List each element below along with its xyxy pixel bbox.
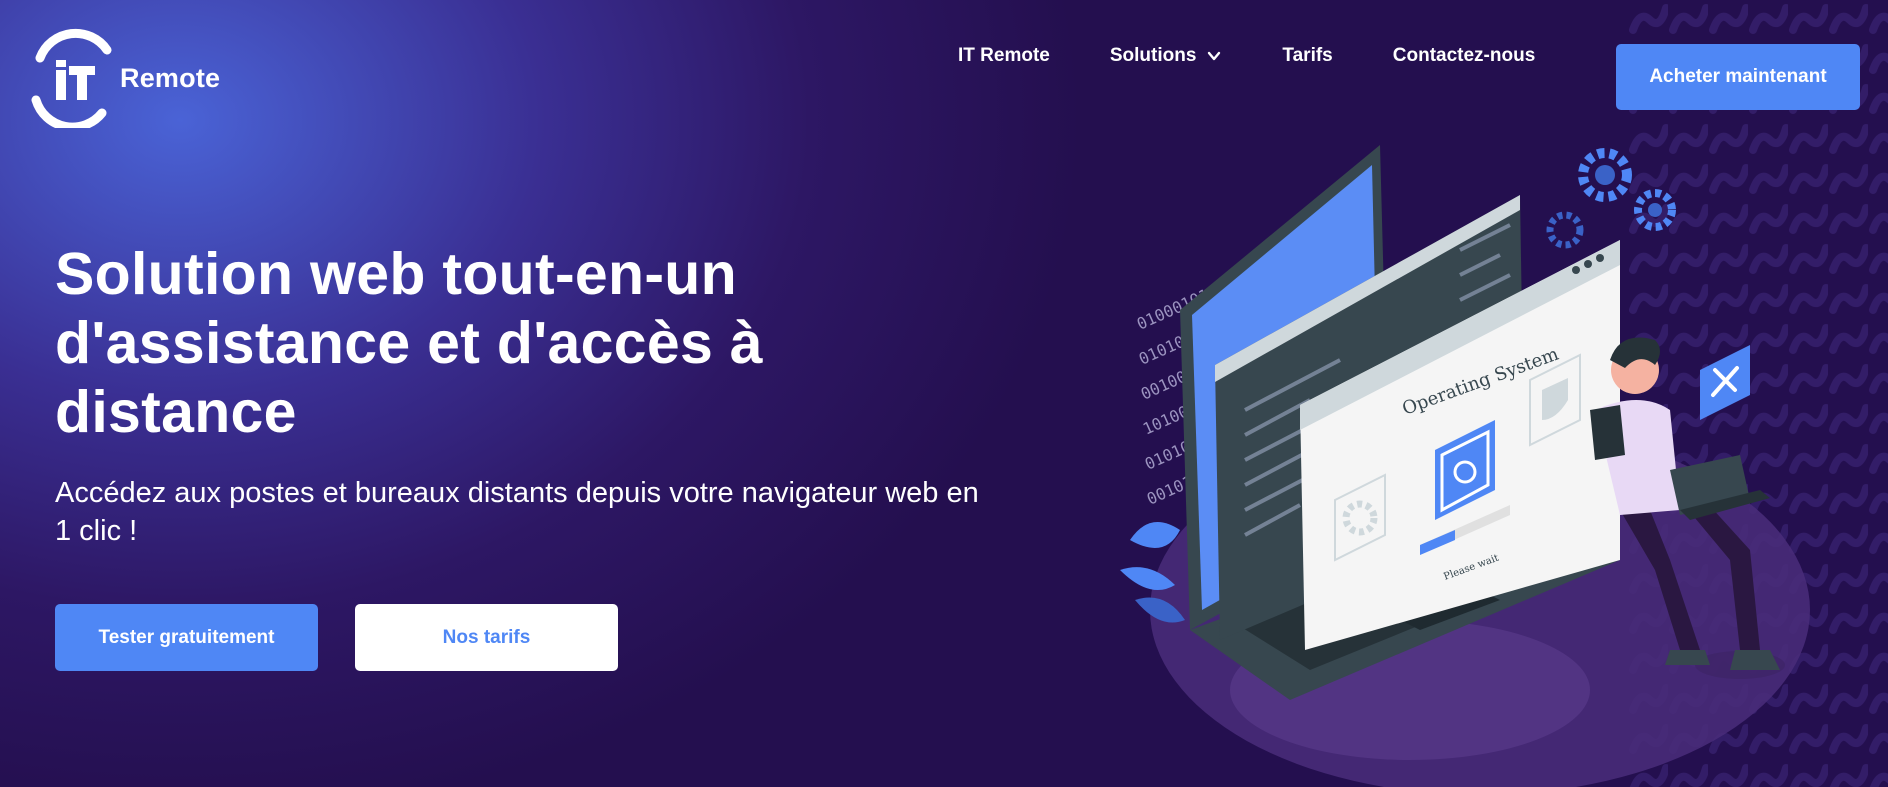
hero-title: Solution web tout-en-un d'assistance et …	[55, 241, 763, 445]
gears-icon	[1546, 148, 1676, 249]
nav-item-solutions-label: Solutions	[1109, 45, 1197, 66]
main-nav: IT Remote Solutions Tarifs Contactez-nou…	[958, 45, 1535, 67]
nav-item-tarifs[interactable]: Tarifs	[1282, 45, 1332, 67]
pricing-button[interactable]: Nos tarifs	[355, 604, 618, 671]
chevron-down-icon	[1208, 51, 1221, 61]
nav-item-contact[interactable]: Contactez-nous	[1393, 45, 1536, 67]
free-trial-button[interactable]: Tester gratuitement	[55, 604, 318, 671]
nav-item-it-remote[interactable]: IT Remote	[958, 45, 1050, 67]
tools-icon	[1700, 345, 1750, 420]
nav-item-solutions[interactable]: Solutions	[1110, 45, 1223, 67]
brand-logo[interactable]: Remote	[22, 28, 221, 132]
hero-illustration: 01000101010001111 010100011101010 001001…	[1120, 145, 1810, 787]
it-remote-logo-icon	[22, 28, 112, 132]
brand-name: Remote	[120, 62, 221, 93]
hero-subtitle: Accédez aux postes et bureaux distants d…	[55, 477, 979, 547]
